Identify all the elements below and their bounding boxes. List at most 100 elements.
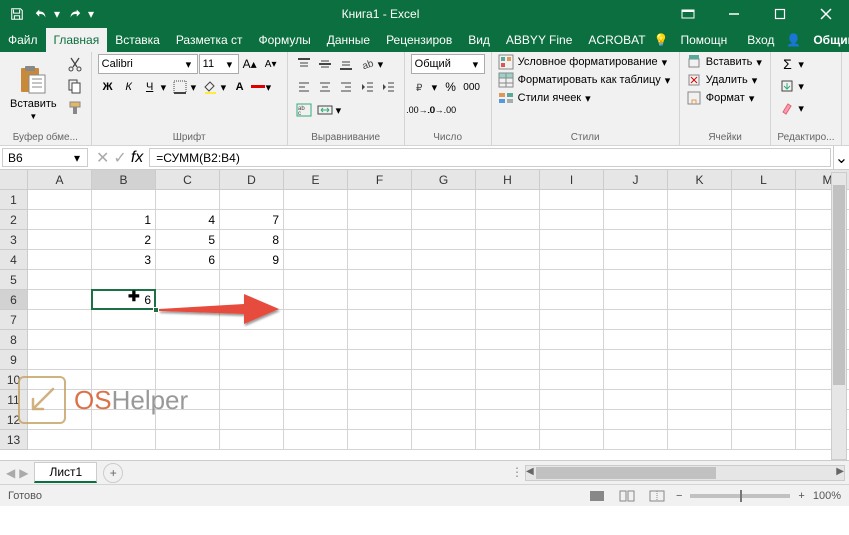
cell-I10[interactable]: [540, 370, 604, 390]
cell-G11[interactable]: [412, 390, 476, 410]
cell-K5[interactable]: [668, 270, 732, 290]
sheet-nav-next[interactable]: ▶: [19, 466, 28, 480]
cell-D8[interactable]: [220, 330, 284, 350]
row-header-4[interactable]: 4: [0, 250, 28, 270]
cell-E3[interactable]: [284, 230, 348, 250]
align-bottom-button[interactable]: [336, 54, 356, 74]
cell-J7[interactable]: [604, 310, 668, 330]
cell-D9[interactable]: [220, 350, 284, 370]
cell-G2[interactable]: [412, 210, 476, 230]
comma-button[interactable]: 000: [462, 77, 482, 97]
cell-K12[interactable]: [668, 410, 732, 430]
cell-L8[interactable]: [732, 330, 796, 350]
cell-L7[interactable]: [732, 310, 796, 330]
bold-button[interactable]: Ж: [98, 77, 118, 97]
add-sheet-button[interactable]: +: [103, 463, 123, 483]
font-name-combo[interactable]: Calibri▾: [98, 54, 198, 74]
cell-J4[interactable]: [604, 250, 668, 270]
fill-color-dropdown[interactable]: ▾: [221, 81, 229, 94]
fill-color-button[interactable]: [200, 77, 220, 97]
align-middle-button[interactable]: [315, 54, 335, 74]
font-color-button[interactable]: A: [230, 77, 250, 97]
cell-J8[interactable]: [604, 330, 668, 350]
border-button[interactable]: [170, 77, 190, 97]
cell-D1[interactable]: [220, 190, 284, 210]
merge-dropdown[interactable]: ▾: [336, 104, 344, 117]
cell-F1[interactable]: [348, 190, 412, 210]
cell-B12[interactable]: [92, 410, 156, 430]
cell-A7[interactable]: [28, 310, 92, 330]
cell-C1[interactable]: [156, 190, 220, 210]
cell-E13[interactable]: [284, 430, 348, 450]
cell-L9[interactable]: [732, 350, 796, 370]
tab-acrobat[interactable]: ACROBAT: [580, 28, 653, 52]
cell-E1[interactable]: [284, 190, 348, 210]
cell-B5[interactable]: [92, 270, 156, 290]
orientation-dropdown[interactable]: ▾: [378, 58, 386, 71]
undo-button[interactable]: [30, 3, 52, 25]
align-right-button[interactable]: [336, 77, 356, 97]
column-header-K[interactable]: K: [668, 170, 732, 190]
row-header-2[interactable]: 2: [0, 210, 28, 230]
clear-dropdown[interactable]: ▾: [798, 102, 806, 115]
font-size-combo[interactable]: 11▾: [199, 54, 239, 74]
sheet-nav-prev[interactable]: ◀: [6, 466, 15, 480]
cell-G5[interactable]: [412, 270, 476, 290]
expand-formula-bar[interactable]: ⌄: [833, 146, 849, 169]
cell-K4[interactable]: [668, 250, 732, 270]
cell-H9[interactable]: [476, 350, 540, 370]
cell-D2[interactable]: 7: [220, 210, 284, 230]
cell-B9[interactable]: [92, 350, 156, 370]
underline-button[interactable]: Ч: [140, 77, 160, 97]
vertical-scrollbar[interactable]: [831, 172, 847, 460]
undo-dropdown[interactable]: ▾: [54, 7, 62, 21]
column-header-L[interactable]: L: [732, 170, 796, 190]
cell-G8[interactable]: [412, 330, 476, 350]
cell-A4[interactable]: [28, 250, 92, 270]
cell-E8[interactable]: [284, 330, 348, 350]
cell-D13[interactable]: [220, 430, 284, 450]
paste-button[interactable]: Вставить ▼: [6, 54, 61, 130]
copy-button[interactable]: [65, 76, 85, 96]
cell-C5[interactable]: [156, 270, 220, 290]
cell-G10[interactable]: [412, 370, 476, 390]
fill-dropdown[interactable]: ▾: [798, 80, 806, 93]
underline-dropdown[interactable]: ▾: [161, 81, 169, 94]
cells-area[interactable]: 1472583696: [28, 190, 849, 450]
cell-B13[interactable]: [92, 430, 156, 450]
cell-K13[interactable]: [668, 430, 732, 450]
row-header-3[interactable]: 3: [0, 230, 28, 250]
cell-F2[interactable]: [348, 210, 412, 230]
cell-C3[interactable]: 5: [156, 230, 220, 250]
cell-K9[interactable]: [668, 350, 732, 370]
tab-insert[interactable]: Вставка: [107, 28, 168, 52]
autosum-dropdown[interactable]: ▾: [798, 58, 806, 71]
cell-H12[interactable]: [476, 410, 540, 430]
tab-abbyy[interactable]: ABBYY Fine: [498, 28, 580, 52]
cell-H1[interactable]: [476, 190, 540, 210]
sheet-tab-1[interactable]: Лист1: [34, 462, 97, 483]
cell-C12[interactable]: [156, 410, 220, 430]
tab-review[interactable]: Рецензиров: [378, 28, 460, 52]
cell-B2[interactable]: 1: [92, 210, 156, 230]
cell-G6[interactable]: [412, 290, 476, 310]
fill-button[interactable]: [777, 76, 797, 96]
cancel-formula-button[interactable]: ✕: [96, 148, 109, 168]
cell-F8[interactable]: [348, 330, 412, 350]
cell-H7[interactable]: [476, 310, 540, 330]
column-header-E[interactable]: E: [284, 170, 348, 190]
cell-E5[interactable]: [284, 270, 348, 290]
cell-C11[interactable]: [156, 390, 220, 410]
currency-dropdown[interactable]: ▾: [432, 81, 440, 94]
cell-B8[interactable]: [92, 330, 156, 350]
cell-F6[interactable]: [348, 290, 412, 310]
cell-J3[interactable]: [604, 230, 668, 250]
column-header-H[interactable]: H: [476, 170, 540, 190]
row-header-6[interactable]: 6: [0, 290, 28, 310]
share-button[interactable]: Общий доступ: [805, 33, 849, 47]
cell-F7[interactable]: [348, 310, 412, 330]
cell-C13[interactable]: [156, 430, 220, 450]
cell-G9[interactable]: [412, 350, 476, 370]
column-header-G[interactable]: G: [412, 170, 476, 190]
cell-J5[interactable]: [604, 270, 668, 290]
